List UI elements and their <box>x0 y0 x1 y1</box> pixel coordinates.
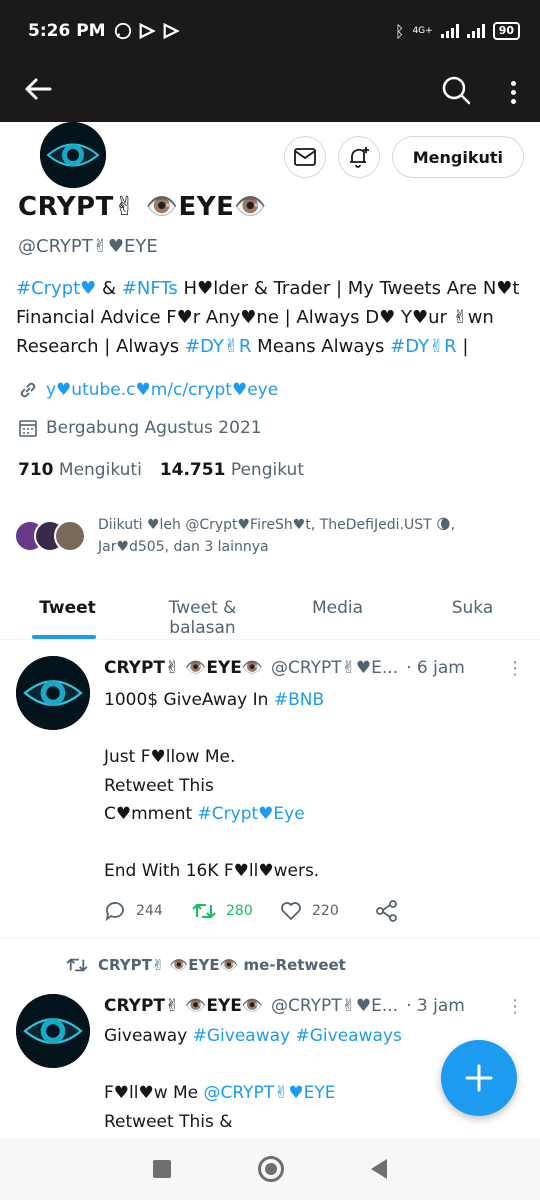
calendar-icon <box>19 420 37 437</box>
following-button[interactable]: Mengikuti <box>391 136 524 178</box>
hashtag-link[interactable]: #DY✌R <box>390 336 457 357</box>
share-icon <box>376 900 397 922</box>
battery-icon: 90 <box>492 22 520 40</box>
hashtag-link[interactable]: @CRYPT✌♥EYE <box>204 1083 336 1103</box>
status-time: 5:26 PM <box>28 21 106 41</box>
website-link[interactable]: y♥utube.c♥m/c/crypt♥eye <box>46 380 278 400</box>
reply-button[interactable]: 244 <box>104 900 192 922</box>
home-icon[interactable] <box>257 1156 284 1182</box>
text-segment: 1000$ GiveAway In <box>104 690 274 710</box>
message-button[interactable] <box>283 136 326 178</box>
retweeted-indicator: CRYPT✌ 👁️EYE👁️ me-Retweet <box>66 956 346 974</box>
text-segment: | <box>456 336 469 357</box>
back-arrow-icon[interactable] <box>24 77 52 107</box>
followed-by[interactable]: Diikuti ♥leh @Crypt♥FireSh♥t, TheDefiJed… <box>14 514 524 558</box>
tab-tweet[interactable]: Tweet <box>0 584 135 639</box>
tweet-avatar[interactable] <box>16 656 90 730</box>
tweet-author-name[interactable]: CRYPT✌ 👁️EYE👁️ <box>104 658 263 679</box>
plus-icon <box>465 1064 493 1092</box>
text-segment: F♥ll♥w Me <box>104 1083 199 1103</box>
tweet-author-name[interactable]: CRYPT✌ 👁️EYE👁️ <box>104 996 263 1017</box>
hashtag-link[interactable]: #Crypt♥ <box>16 278 96 299</box>
tweet-author-handle: @CRYPT✌♥E... <box>271 658 399 678</box>
followed-by-text: Diikuti ♥leh @Crypt♥FireSh♥t, TheDefiJed… <box>98 517 456 555</box>
tweet-time: · 3 jam <box>406 996 465 1016</box>
signal-icon <box>440 24 459 38</box>
divider <box>0 938 540 939</box>
text-segment: Means Always <box>251 336 391 357</box>
tab-media[interactable]: Media <box>270 584 405 639</box>
tweet-text: 1000$ GiveAway In #BNB Just F♥llow Me. R… <box>104 686 524 886</box>
recents-icon[interactable] <box>153 1160 172 1178</box>
share-button[interactable] <box>376 900 464 922</box>
reply-icon <box>105 902 124 921</box>
like-button[interactable]: 220 <box>280 900 368 922</box>
profile-joined: Bergabung Agustus 2021 <box>18 418 262 438</box>
profile-handle: @CRYPT✌♥EYE <box>18 236 158 257</box>
compose-tweet-button[interactable] <box>441 1040 517 1116</box>
heart-icon <box>281 902 301 921</box>
more-options-icon[interactable] <box>511 80 516 104</box>
notification-button[interactable] <box>337 136 380 178</box>
retweet-button[interactable]: 280 <box>192 900 280 922</box>
bell-plus-icon <box>349 147 369 168</box>
hashtag-link[interactable]: #Giveaways <box>296 1026 402 1046</box>
tab-tweet-replies[interactable]: Tweet & balasan <box>135 584 270 639</box>
link-icon <box>20 382 36 398</box>
tab-likes[interactable]: Suka <box>405 584 540 639</box>
tweet-time: · 6 jam <box>406 658 465 678</box>
play-icon <box>139 22 156 40</box>
joined-date: Bergabung Agustus 2021 <box>46 418 262 438</box>
text-segment: Retweet This & <box>104 1111 233 1132</box>
bluetooth-icon: ᛒ <box>394 21 405 41</box>
text-segment: End With 16K F♥ll♥wers. <box>104 861 320 881</box>
top-app-bar <box>0 62 540 122</box>
avatar <box>54 520 86 552</box>
search-icon[interactable] <box>441 75 471 109</box>
hashtag-link[interactable]: #Giveaway <box>193 1026 290 1046</box>
profile-website: y♥utube.c♥m/c/crypt♥eye <box>18 380 278 400</box>
back-icon[interactable] <box>370 1159 387 1179</box>
retweet-icon <box>192 903 216 919</box>
signal-icon <box>466 24 485 38</box>
tweet-menu-icon[interactable]: ⋮ <box>506 996 524 1017</box>
text-segment: & <box>96 278 122 299</box>
whatsapp-icon <box>114 22 131 40</box>
profile-tabs: Tweet Tweet & balasan Media Suka <box>0 584 540 640</box>
following-count[interactable]: 710 Mengikuti <box>18 460 142 480</box>
tweet-author-handle: @CRYPT✌♥E... <box>271 996 399 1016</box>
profile-avatar[interactable] <box>40 122 106 188</box>
play-icon <box>163 22 180 40</box>
hashtag-link[interactable]: #DY✌R <box>185 336 252 357</box>
followers-count[interactable]: 14.751 Pengikut <box>160 460 304 480</box>
text-segment: Giveaway <box>104 1026 193 1046</box>
hashtag-link[interactable]: #Crypt♥Eye <box>198 804 305 824</box>
tweet-avatar[interactable] <box>16 994 90 1068</box>
status-bar: 5:26 PM ᛒ 4G+ 90 <box>0 0 540 62</box>
mail-icon <box>293 148 316 166</box>
system-nav-bar <box>0 1138 540 1200</box>
network-type: 4G+ <box>412 26 433 36</box>
profile-name: CRYPT✌ 👁️EYE👁️ <box>18 192 268 222</box>
hashtag-link[interactable]: #BNB <box>274 690 324 710</box>
profile-bio: #Crypt♥ & #NFTs H♥lder & Trader | My Twe… <box>16 274 526 361</box>
retweet-icon <box>66 958 88 972</box>
tweet-menu-icon[interactable]: ⋮ <box>506 658 524 679</box>
hashtag-link[interactable]: #NFTs <box>122 278 178 299</box>
